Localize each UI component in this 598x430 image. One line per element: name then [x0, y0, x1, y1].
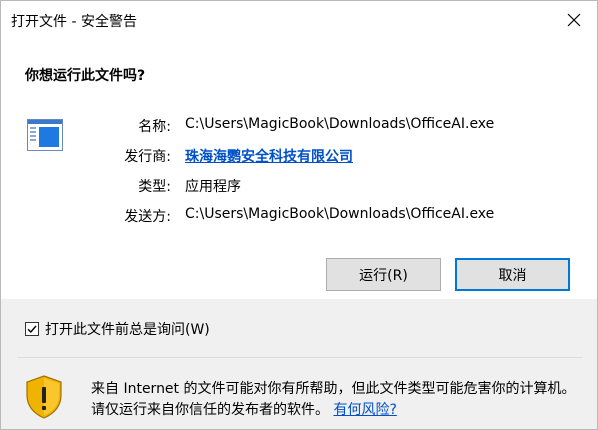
- field-name-row: 名称: C:\Users\MagicBook\Downloads\OfficeA…: [1, 116, 597, 136]
- field-label: 发行商:: [124, 149, 171, 165]
- what-is-the-risk-link[interactable]: 有何风险?: [333, 402, 396, 418]
- always-ask-checkbox-row[interactable]: 打开此文件前总是询问(W): [25, 319, 210, 339]
- question-heading: 你想运行此文件吗?: [25, 68, 146, 84]
- field-label: 名称:: [138, 119, 171, 135]
- run-button[interactable]: 运行(R): [326, 258, 441, 291]
- title-bar: 打开文件 - 安全警告: [1, 1, 597, 39]
- checkbox-label: 打开此文件前总是询问(W): [45, 322, 210, 338]
- publisher-link[interactable]: 珠海海鹦安全科技有限公司: [185, 146, 353, 166]
- cancel-button[interactable]: 取消: [455, 258, 570, 291]
- field-publisher-row: 发行商: 珠海海鹦安全科技有限公司: [1, 146, 597, 166]
- warning-message: 来自 Internet 的文件可能对你有所帮助，但此文件类型可能危害你的计算机。…: [91, 379, 585, 421]
- field-type-row: 类型: 应用程序: [1, 176, 597, 196]
- close-button[interactable]: [551, 1, 597, 39]
- close-icon: [567, 13, 581, 27]
- field-from-row: 发送方: C:\Users\MagicBook\Downloads\Office…: [1, 206, 597, 226]
- always-ask-checkbox[interactable]: [25, 322, 39, 336]
- shield-warning-icon: [26, 375, 62, 419]
- checkmark-icon: [27, 325, 37, 334]
- field-label: 类型:: [138, 179, 171, 195]
- window-title: 打开文件 - 安全警告: [11, 14, 137, 30]
- divider: [17, 357, 583, 358]
- file-source-value: C:\Users\MagicBook\Downloads\OfficeAI.ex…: [185, 206, 495, 222]
- dialog-content: 你想运行此文件吗? 名称: C:\Users\MagicBook\Downloa…: [1, 39, 597, 299]
- field-label: 发送方:: [124, 209, 171, 225]
- file-type-value: 应用程序: [185, 179, 241, 195]
- file-name-value: C:\Users\MagicBook\Downloads\OfficeAI.ex…: [185, 116, 495, 132]
- security-warning-dialog: 打开文件 - 安全警告 你想运行此文件吗? 名称: C:\Users\Magic…: [0, 0, 598, 430]
